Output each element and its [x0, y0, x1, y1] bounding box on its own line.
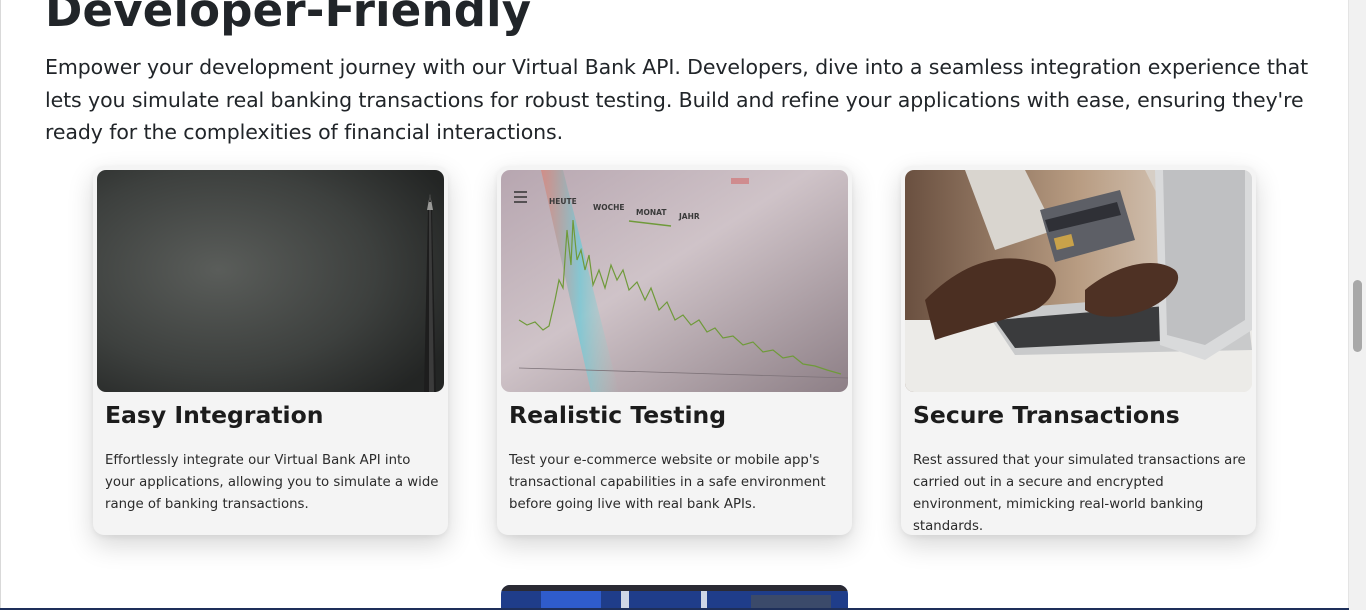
- section-lead: Empower your development journey with ou…: [45, 55, 1309, 144]
- card-image-chart: HEUTE WOCHE MONAT JAHR: [501, 170, 848, 392]
- card-image-pencil: [97, 170, 444, 392]
- card-text: Rest assured that your simulated transac…: [913, 453, 1246, 534]
- chart-tab-label: HEUTE: [549, 197, 577, 206]
- vertical-scrollbar[interactable]: [1348, 0, 1366, 610]
- card-title: Realistic Testing: [509, 401, 727, 429]
- card-image-credit-card: [905, 170, 1252, 392]
- feature-card-secure-transactions: Secure Transactions Rest assured that yo…: [901, 166, 1256, 535]
- card-text: Test your e-commerce website or mobile a…: [509, 453, 826, 512]
- page: Developer-Friendly Empower your developm…: [0, 0, 1366, 610]
- card-title: Easy Integration: [105, 401, 324, 429]
- card-title: Secure Transactions: [913, 401, 1180, 429]
- chart-tab-label: JAHR: [678, 212, 700, 221]
- page-edge: [0, 0, 1, 610]
- chart-tab-label: MONAT: [636, 208, 667, 217]
- card-text: Effortlessly integrate our Virtual Bank …: [105, 453, 439, 512]
- feature-card-realistic-testing: HEUTE WOCHE MONAT JAHR Realistic Testing…: [497, 166, 852, 535]
- section-heading: Developer-Friendly: [45, 0, 532, 37]
- feature-card-easy-integration: Easy Integration Effortlessly integrate …: [93, 166, 448, 535]
- chart-tab-label: WOCHE: [593, 203, 625, 212]
- scrollbar-thumb[interactable]: [1353, 280, 1362, 352]
- feature-card-partial-image: [501, 585, 848, 610]
